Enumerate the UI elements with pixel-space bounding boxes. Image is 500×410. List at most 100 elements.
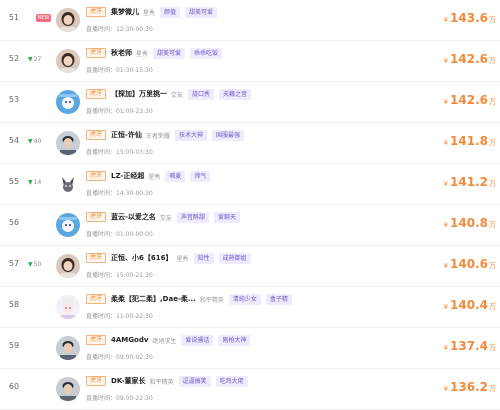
rank-number: 53 xyxy=(8,95,20,104)
list-item[interactable]: 59 虎牙 4AMGodv 绝地求生 爱说骚话 刚枪大神 直播时间：09:00-02:30 ¥… xyxy=(0,328,500,369)
platform-tag: 虎牙 xyxy=(86,376,107,386)
anchor-name[interactable]: 【探加】万里挑一 xyxy=(111,89,167,99)
live-time-label: 直播时间： xyxy=(86,67,117,74)
heat-unit: 万 xyxy=(489,57,496,65)
rank-up-arrow-icon: ▼ xyxy=(28,137,33,145)
anchor-name[interactable]: 正恒-许仙 xyxy=(111,130,142,140)
platform-tag: 虎牙 xyxy=(86,212,107,222)
platform-tag: 虎牙 xyxy=(86,335,107,345)
list-item[interactable]: 51 NEW 虎牙 集梦微儿 星秀 颜值 甜美可爱 直播时间：12:30-00:30 ¥143.… xyxy=(0,0,500,41)
heat-value: ¥140.4 万 xyxy=(444,298,496,314)
list-item[interactable]: 57 ▼ 50 虎牙 正恒、小6【616】 星秀 知性 成熟御姐 直播时间：15:00-21:3… xyxy=(0,246,500,287)
currency-symbol: ¥ xyxy=(443,98,449,106)
rank-number: 57 xyxy=(8,259,20,268)
category-label: 交友 xyxy=(171,91,184,99)
avatar-man-icon[interactable] xyxy=(56,336,80,360)
anchor-name[interactable]: 集梦微儿 xyxy=(111,7,139,17)
rank-number: 60 xyxy=(8,382,20,391)
anchor-name[interactable]: LZ-正经超 xyxy=(111,171,144,181)
avatar-woman-icon[interactable] xyxy=(56,8,80,32)
anchor-tag: 吃鸡大佬 xyxy=(215,375,248,387)
rank-up-arrow-icon: ▼ xyxy=(28,260,33,268)
live-time-label: 直播时间： xyxy=(86,26,117,33)
live-time-label: 直播时间： xyxy=(86,108,117,115)
rank-change: ▼ 50 xyxy=(28,259,41,269)
list-item[interactable]: 52 ▼ 27 虎牙 秋老师 星秀 甜美可爱 乖乖吃饭 直播时间：01:30-15:30 ¥142… xyxy=(0,41,500,82)
rank-number: 59 xyxy=(8,341,20,350)
rank-change: ▼ 27 xyxy=(28,54,41,64)
live-time: 直播时间：01:00-00:00 xyxy=(86,229,153,239)
live-time-value: 01:00-23:30 xyxy=(116,108,153,115)
avatar-woman-icon[interactable] xyxy=(56,254,80,278)
live-time: 直播时间：01:30-15:30 xyxy=(86,65,153,75)
rank-number: 51 xyxy=(8,13,20,22)
category-label: 王者荣耀 xyxy=(145,132,170,140)
currency-symbol: ¥ xyxy=(443,385,449,393)
list-item[interactable]: 60 虎牙 DK-董家长 和平精英 逗逼搞笑 吃鸡大佬 直播时间：09:00-22:30 ¥1… xyxy=(0,369,500,410)
live-time-value: 09:00-22:30 xyxy=(116,395,153,402)
anchor-info: 虎牙 秋老师 星秀 甜美可爱 乖乖吃饭 xyxy=(86,47,223,59)
anchor-tag: 爱聊天 xyxy=(213,211,240,223)
heat-number: 142.6 xyxy=(450,93,488,107)
list-item[interactable]: 54 ▼ 40 虎牙 正恒-许仙 王者荣耀 技术大神 国服最强 直播时间：15:00-03:30… xyxy=(0,123,500,164)
new-badge: NEW xyxy=(36,14,51,22)
avatar-man-icon[interactable] xyxy=(56,377,80,401)
avatar-cartoon-icon[interactable] xyxy=(56,90,80,114)
anchor-name[interactable]: 柔柔【犯二柔】,Dae-柔... xyxy=(111,294,196,304)
live-time-value: 15:00-03:30 xyxy=(116,149,153,156)
platform-tag: 虎牙 xyxy=(86,171,107,181)
live-time: 直播时间：09:00-02:30 xyxy=(86,352,153,362)
rank-number: 56 xyxy=(8,218,20,227)
avatar-woman-icon[interactable] xyxy=(56,49,80,73)
list-item[interactable]: 56 虎牙 蓝云-以爱之名 交友 声音醉甜 爱聊天 直播时间：01:00-00:00 ¥140… xyxy=(0,205,500,246)
platform-tag: 虎牙 xyxy=(86,294,107,304)
anchor-tag: 爱说骚话 xyxy=(181,334,214,346)
anchor-info: 虎牙 集梦微儿 星秀 颜值 甜美可爱 xyxy=(86,6,218,18)
category-label: 和平精英 xyxy=(199,296,224,304)
anchor-name[interactable]: DK-董家长 xyxy=(111,376,146,386)
live-time-value: 12:30-00:30 xyxy=(116,26,153,33)
anchor-tag: 甜美可爱 xyxy=(185,6,218,18)
live-time-value: 09:00-02:30 xyxy=(116,354,153,361)
anchor-tag: 颜值 xyxy=(160,6,181,18)
anchor-name[interactable]: 4AMGodv xyxy=(111,336,148,344)
live-time-value: 11:00-22:30 xyxy=(116,313,153,320)
live-time-label: 直播时间： xyxy=(86,190,117,197)
rank-number: 55 xyxy=(8,177,20,186)
currency-symbol: ¥ xyxy=(443,180,449,188)
avatar-fox-icon[interactable] xyxy=(56,172,80,196)
live-time: 直播时间：14:30-00:30 xyxy=(86,188,153,198)
anchor-name[interactable]: 秋老师 xyxy=(111,48,132,58)
list-item[interactable]: 55 ▼ 14 虎牙 LZ-正经超 星秀 喊麦 帅气 直播时间：14:30-00:30 ¥141.… xyxy=(0,164,500,205)
avatar-man-icon[interactable] xyxy=(56,131,80,155)
category-label: 交友 xyxy=(159,214,172,222)
live-time-value: 14:30-00:30 xyxy=(116,190,153,197)
live-time-value: 15:00-21:30 xyxy=(116,272,153,279)
anchor-tag: 天籁之音 xyxy=(219,88,252,100)
list-item[interactable]: 53 虎牙 【探加】万里挑一 交友 旋口秀 天籁之音直播时间：01:00-23:30 ¥14… xyxy=(0,82,500,123)
platform-tag: 虎牙 xyxy=(86,48,107,58)
category-label: 星秀 xyxy=(176,255,189,263)
category-label: 星秀 xyxy=(148,173,161,181)
anchor-tag: 清纯少女 xyxy=(228,293,261,305)
live-time-label: 直播时间： xyxy=(86,149,117,156)
category-label: 和平精英 xyxy=(149,378,174,386)
live-time: 直播时间：11:00-22:30 xyxy=(86,311,153,321)
heat-value: ¥140.6 万 xyxy=(444,257,496,273)
list-item[interactable]: 58 虎牙 柔柔【犯二柔】,Dae-柔... 和平精英 清纯少女 盒子精 直播时间：11:0… xyxy=(0,287,500,328)
heat-value: ¥136.2 万 xyxy=(444,380,496,396)
anchor-tag: 国服最强 xyxy=(211,129,244,141)
anchor-name[interactable]: 正恒、小6【616】 xyxy=(111,253,172,263)
avatar-anime-icon[interactable] xyxy=(56,295,80,319)
avatar-cartoon-icon[interactable] xyxy=(56,213,80,237)
anchor-info: 虎牙 【探加】万里挑一 交友 旋口秀 天籁之音 xyxy=(86,88,252,100)
anchor-tag: 知性 xyxy=(193,252,214,264)
heat-number: 143.6 xyxy=(450,11,488,25)
heat-number: 140.6 xyxy=(450,257,488,271)
anchor-name[interactable]: 蓝云-以爱之名 xyxy=(111,212,156,222)
ranking-list: 51 NEW 虎牙 集梦微儿 星秀 颜值 甜美可爱 直播时间：12:30-00:30 ¥143.… xyxy=(0,0,500,410)
rank-change: ▼ 40 xyxy=(28,136,41,146)
heat-number: 140.8 xyxy=(450,216,488,230)
currency-symbol: ¥ xyxy=(443,57,449,65)
anchor-info: 虎牙 DK-董家长 和平精英 逗逼搞笑 吃鸡大佬 xyxy=(86,375,248,387)
